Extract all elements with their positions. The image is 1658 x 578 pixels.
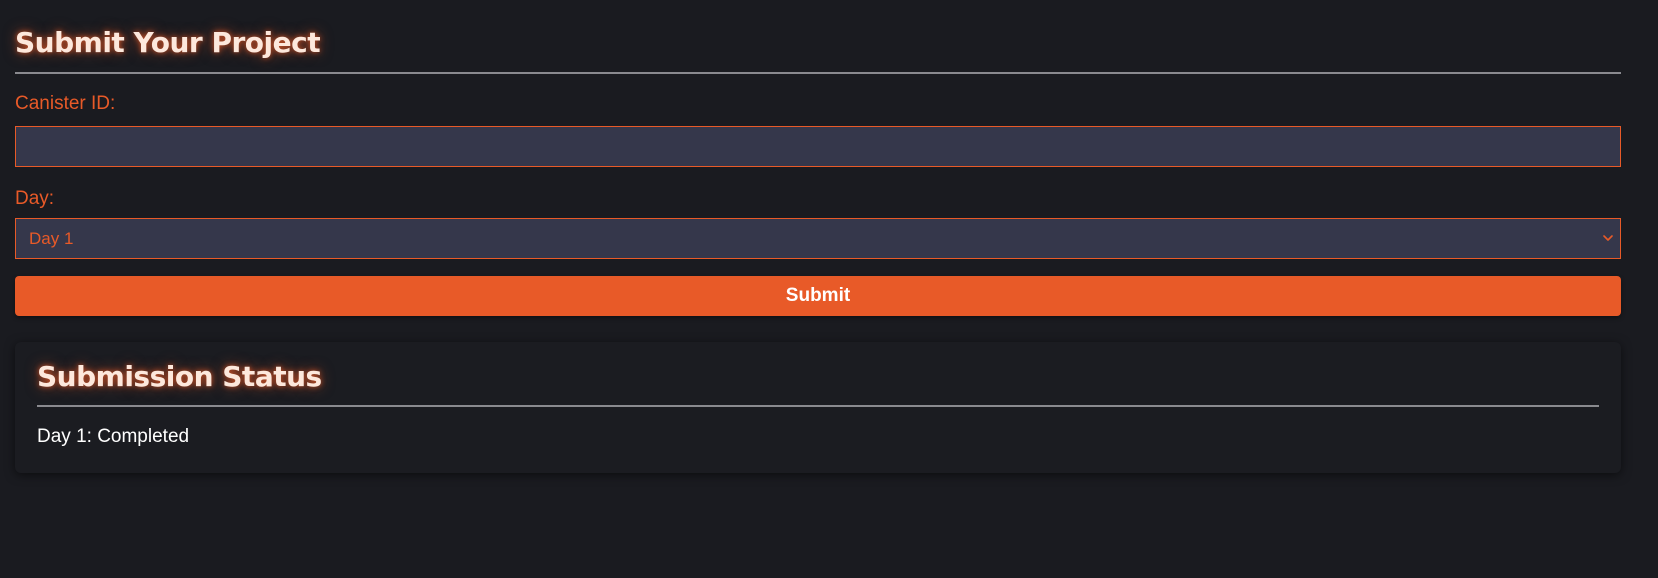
canister-id-input[interactable] xyxy=(15,126,1621,167)
day-select-value: Day 1 xyxy=(29,228,74,248)
day-select[interactable]: Day 1 xyxy=(15,218,1621,259)
status-entry: Day 1: Completed xyxy=(37,426,190,447)
page-container: Submit Your Project Canister ID: Day: Da… xyxy=(15,0,1621,473)
chevron-down-icon xyxy=(1600,231,1616,247)
status-title: Submission Status xyxy=(37,360,322,393)
status-divider xyxy=(37,405,1599,407)
submission-status-card: Submission Status Day 1: Completed xyxy=(15,342,1621,473)
submit-button[interactable]: Submit xyxy=(15,276,1621,316)
page-title: Submit Your Project xyxy=(15,26,321,59)
canister-id-label: Canister ID: xyxy=(15,93,116,114)
day-label: Day: xyxy=(15,188,55,209)
title-divider xyxy=(15,72,1621,74)
